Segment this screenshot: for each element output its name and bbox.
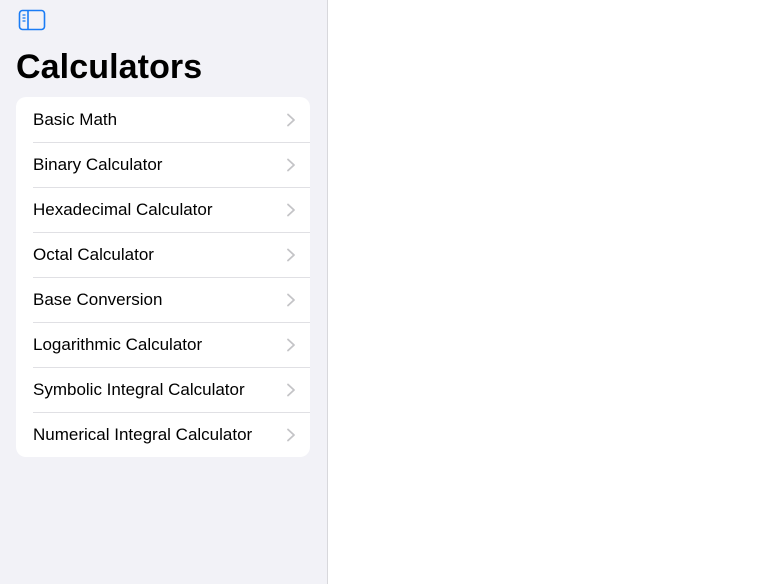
list-item-octal-calculator[interactable]: Octal Calculator xyxy=(16,232,310,277)
chevron-right-icon xyxy=(286,158,296,172)
list-item-logarithmic-calculator[interactable]: Logarithmic Calculator xyxy=(16,322,310,367)
chevron-right-icon xyxy=(286,383,296,397)
list-item-label: Numerical Integral Calculator xyxy=(33,424,253,444)
list-item-numerical-integral-calculator[interactable]: Numerical Integral Calculator xyxy=(16,412,310,457)
sidebar-left-icon xyxy=(18,9,46,31)
chevron-right-icon xyxy=(286,293,296,307)
list-item-label: Base Conversion xyxy=(33,289,163,309)
list-item-label: Octal Calculator xyxy=(33,244,154,264)
chevron-right-icon xyxy=(286,428,296,442)
calculator-list: Basic Math Binary Calculator Hexadecimal… xyxy=(16,97,310,457)
chevron-right-icon xyxy=(286,248,296,262)
list-item-basic-math[interactable]: Basic Math xyxy=(16,97,310,142)
sidebar-toggle-button[interactable] xyxy=(17,8,47,32)
page-title: Calculators xyxy=(16,48,203,86)
list-item-binary-calculator[interactable]: Binary Calculator xyxy=(16,142,310,187)
list-item-label: Binary Calculator xyxy=(33,154,163,174)
app-window: Calculators Basic Math Binary Calculator… xyxy=(0,0,768,584)
sidebar: Calculators Basic Math Binary Calculator… xyxy=(0,0,328,584)
list-item-label: Hexadecimal Calculator xyxy=(33,199,213,219)
list-item-label: Logarithmic Calculator xyxy=(33,334,203,354)
chevron-right-icon xyxy=(286,338,296,352)
list-item-symbolic-integral-calculator[interactable]: Symbolic Integral Calculator xyxy=(16,367,310,412)
list-item-label: Basic Math xyxy=(33,109,118,129)
detail-pane xyxy=(328,0,768,584)
chevron-right-icon xyxy=(286,113,296,127)
list-item-hexadecimal-calculator[interactable]: Hexadecimal Calculator xyxy=(16,187,310,232)
list-item-label: Symbolic Integral Calculator xyxy=(33,379,245,399)
list-item-base-conversion[interactable]: Base Conversion xyxy=(16,277,310,322)
chevron-right-icon xyxy=(286,203,296,217)
